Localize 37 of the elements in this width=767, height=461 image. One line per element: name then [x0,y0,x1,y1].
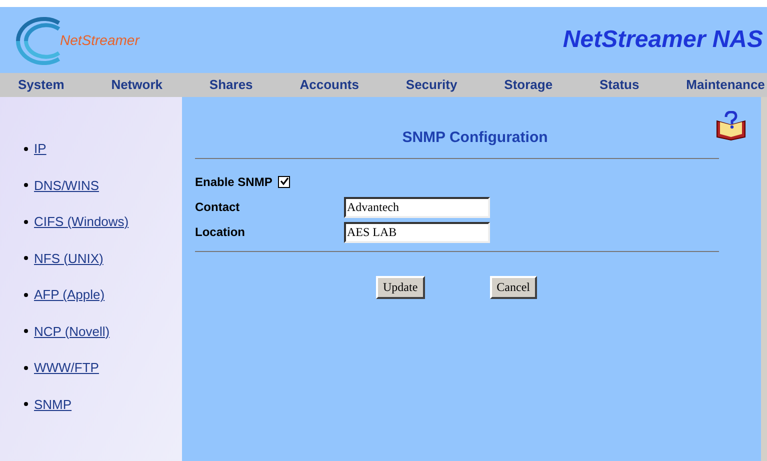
scrollbar[interactable] [761,97,767,461]
enable-label: Enable SNMP [195,174,272,190]
bullet-icon [24,366,28,370]
enable-checkbox[interactable] [278,176,290,188]
help-book-icon[interactable] [715,111,747,141]
sidebar-link[interactable]: CIFS (Windows) [34,212,129,232]
field-label: Location [195,224,246,241]
nav-link[interactable]: Shares [209,75,253,95]
bullet-icon [24,183,28,188]
field-label: Contact [195,199,241,216]
site-title: NetStreamer NAS [562,25,763,55]
sidebar-link[interactable]: NCP (Novell) [34,322,110,341]
nav-link[interactable]: Network [111,75,162,95]
bullet-icon [24,220,28,224]
sidebar-link[interactable]: AFP (Apple) [34,285,105,304]
sidebar-link[interactable]: DNS/WINS [34,176,99,195]
text-field[interactable]: Advantech [344,196,490,218]
nav-link[interactable]: Security [406,75,458,95]
sidebar-link[interactable]: IP [34,139,46,158]
bullet-icon [24,146,28,151]
form-button[interactable]: Update [376,276,425,298]
bullet-icon [24,402,28,406]
bullet-icon [24,292,28,297]
form-button[interactable]: Cancel [490,276,537,298]
sidebar-link[interactable]: WWW/FTP [34,358,99,378]
nav-link[interactable]: System [18,75,64,95]
nav-link[interactable]: Maintenance [686,75,765,95]
nav-link[interactable]: Storage [504,75,553,95]
page-title: SNMP Configuration [402,128,548,148]
sidebar-link[interactable]: NFS (UNIX) [34,248,104,268]
sidebar-link[interactable]: SNMP [34,394,72,414]
bullet-icon [24,329,28,334]
nav-link[interactable]: Accounts [300,75,359,95]
logo-text: NetStreamer [60,30,140,50]
nav-link[interactable]: Status [600,75,640,95]
bullet-icon [24,256,28,260]
text-field[interactable]: AES LAB [344,222,490,242]
